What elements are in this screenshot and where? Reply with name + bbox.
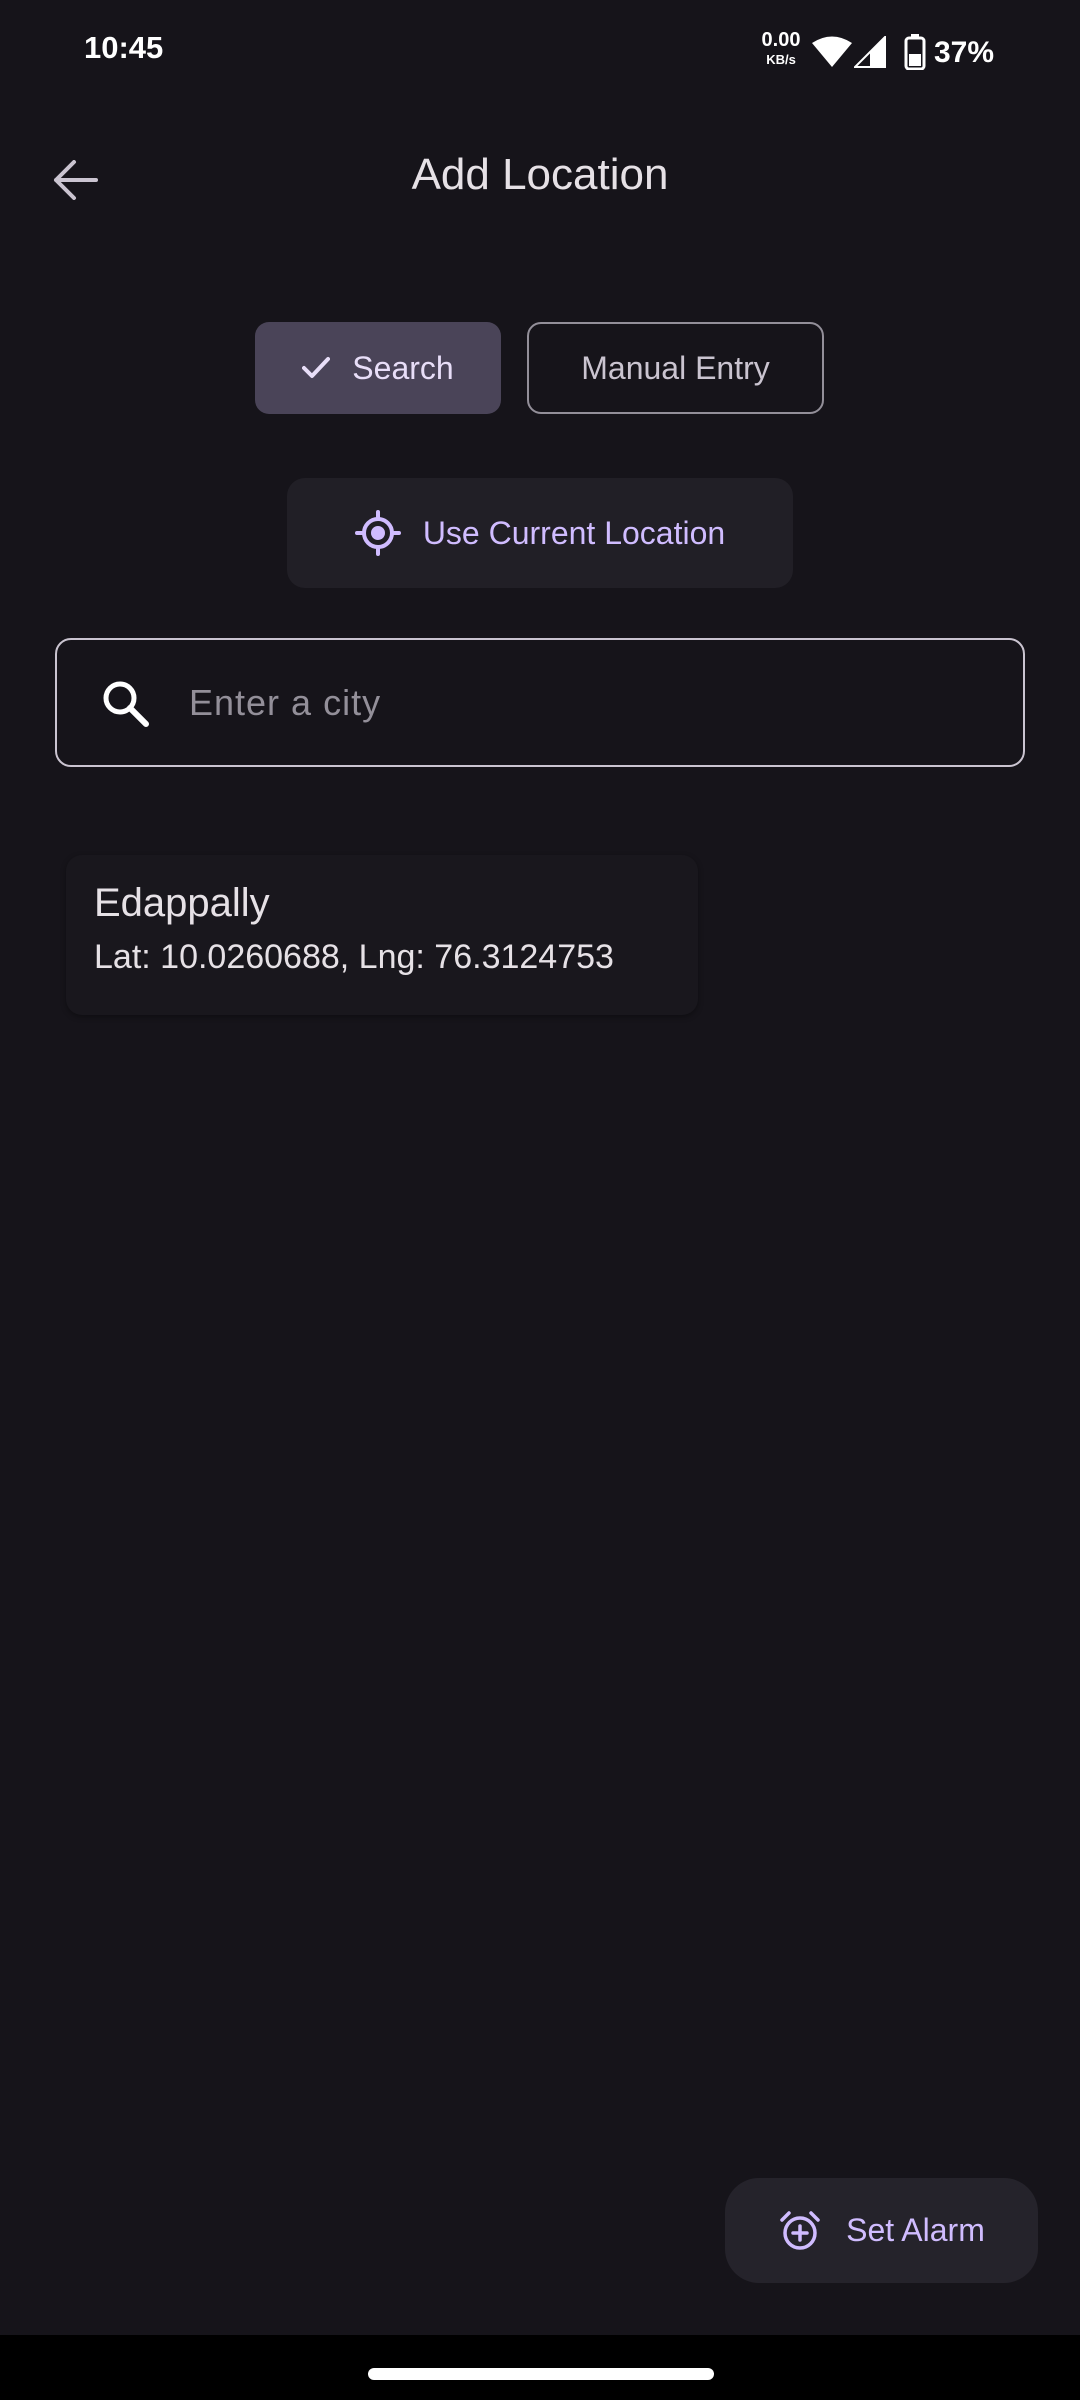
city-search-field[interactable] (55, 638, 1025, 767)
search-icon (95, 673, 155, 733)
add-location-screen: 10:45 0.00 KB/s 37% Add Location Search (0, 0, 1080, 2400)
search-mode-button[interactable]: Search (255, 322, 501, 414)
manual-entry-mode-button[interactable]: Manual Entry (527, 322, 824, 414)
result-coordinates: Lat: 10.0260688, Lng: 76.3124753 (94, 938, 614, 976)
status-bar: 10:45 0.00 KB/s 37% (0, 0, 1080, 105)
network-speed-unit: KB/s (766, 52, 796, 67)
battery-percentage: 37% (934, 36, 995, 69)
result-location-name: Edappally (94, 881, 270, 925)
location-result-card[interactable]: Edappally Lat: 10.0260688, Lng: 76.31247… (66, 855, 698, 1015)
network-speed: 0.00 KB/s (756, 30, 806, 66)
set-alarm-button[interactable]: Set Alarm (725, 2178, 1038, 2283)
set-alarm-label: Set Alarm (846, 2212, 985, 2248)
page-title: Add Location (411, 150, 669, 199)
use-current-location-label: Use Current Location (422, 514, 726, 551)
battery-icon (904, 34, 926, 70)
home-indicator[interactable] (368, 2368, 714, 2380)
use-current-location-button[interactable]: Use Current Location (287, 478, 793, 588)
my-location-icon (354, 510, 401, 556)
status-time: 10:45 (84, 30, 164, 65)
check-icon (302, 357, 331, 378)
wifi-icon (812, 36, 852, 67)
add-alarm-icon (780, 2210, 820, 2250)
search-mode-label: Search (352, 349, 454, 386)
cellular-signal-icon (854, 36, 886, 68)
network-speed-value: 0.00 (761, 29, 801, 51)
manual-entry-mode-label: Manual Entry (581, 349, 770, 386)
city-search-input[interactable] (189, 681, 969, 724)
